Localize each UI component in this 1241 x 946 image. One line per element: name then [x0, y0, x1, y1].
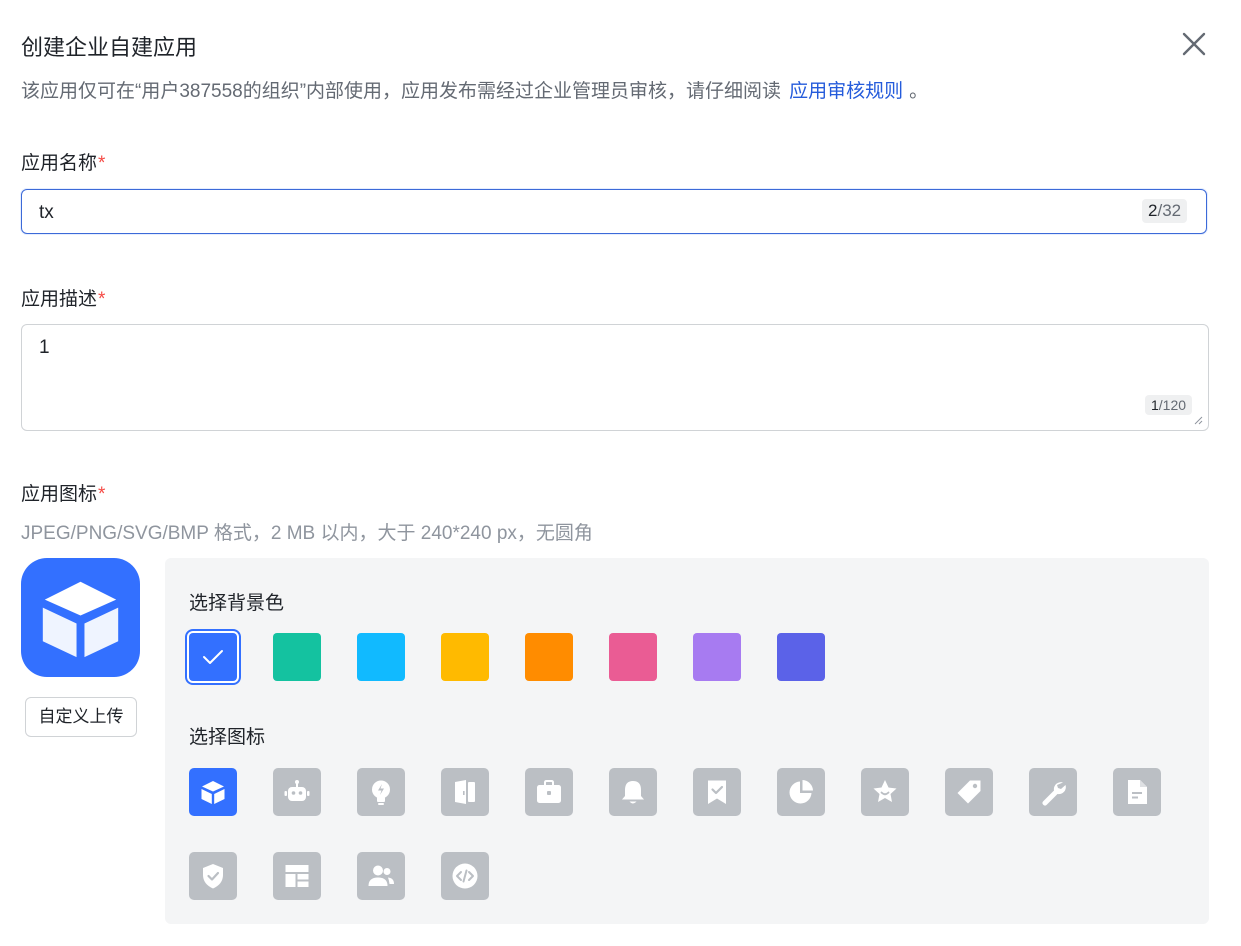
color-swatch[interactable] [189, 633, 237, 681]
briefcase-icon [537, 780, 561, 803]
icon-option[interactable] [945, 768, 993, 816]
icon-option[interactable] [357, 852, 405, 900]
notice-text: 该应用仅可在“用户387558的组织”内部使用，应用发布需经过企业管理员审核，请… [21, 76, 928, 103]
icon-option[interactable] [1113, 768, 1161, 816]
cube-icon [201, 781, 225, 804]
resize-handle-icon[interactable] [1193, 415, 1203, 425]
app-name-char-counter: 2/32 [1142, 199, 1188, 223]
bg-color-title: 选择背景色 [189, 593, 285, 614]
color-swatch[interactable] [609, 633, 657, 681]
color-swatch[interactable] [357, 633, 405, 681]
app-icon-label: 应用图标* [21, 484, 106, 505]
shield-check-icon [203, 864, 223, 889]
icon-option[interactable] [189, 768, 237, 816]
icon-option[interactable] [273, 768, 321, 816]
color-swatch[interactable] [273, 633, 321, 681]
bell-icon [622, 781, 644, 804]
layout-icon [285, 865, 309, 887]
bookmark-check-icon [708, 780, 726, 804]
star-icon [873, 780, 897, 802]
app-name-input[interactable]: tx 2/32 [21, 189, 1207, 234]
book-icon [455, 780, 475, 804]
icon-option[interactable] [525, 768, 573, 816]
app-icon-preview [21, 558, 140, 677]
tag-icon [957, 780, 981, 804]
icon-option[interactable] [693, 768, 741, 816]
required-mark: * [98, 153, 106, 174]
code-icon [452, 863, 478, 889]
notice-end: 。 [909, 81, 929, 102]
icon-select-title: 选择图标 [189, 727, 266, 748]
lightbulb-icon [372, 780, 390, 805]
wrench-icon [1042, 782, 1066, 806]
required-mark: * [98, 289, 106, 310]
close-icon[interactable] [1180, 30, 1208, 58]
icon-option[interactable] [861, 768, 909, 816]
dialog-title: 创建企业自建应用 [21, 35, 198, 60]
color-swatch[interactable] [693, 633, 741, 681]
icon-picker-panel: 选择背景色 选择图标 [165, 558, 1209, 924]
notice-body: 该应用仅可在“用户387558的组织”内部使用，应用发布需经过企业管理员审核，请… [21, 81, 782, 102]
custom-upload-button[interactable]: 自定义上传 [25, 697, 137, 737]
users-icon [368, 865, 394, 886]
icon-option[interactable] [357, 768, 405, 816]
icon-option[interactable] [441, 768, 489, 816]
app-description-label: 应用描述* [21, 289, 106, 310]
color-swatch[interactable] [441, 633, 489, 681]
app-description-textarea[interactable]: 1 1/120 [21, 324, 1209, 431]
icon-option[interactable] [777, 768, 825, 816]
icon-option[interactable] [609, 768, 657, 816]
color-swatch[interactable] [777, 633, 825, 681]
robot-icon [284, 780, 310, 801]
document-icon [1128, 780, 1147, 804]
color-swatch[interactable] [525, 633, 573, 681]
check-icon [203, 650, 223, 664]
icon-option[interactable] [441, 852, 489, 900]
required-mark: * [98, 484, 106, 505]
app-description-char-counter: 1/120 [1145, 395, 1193, 415]
icon-option[interactable] [1029, 768, 1077, 816]
cube-icon [42, 581, 119, 658]
icon-option[interactable] [189, 852, 237, 900]
app-name-value[interactable]: tx [39, 202, 54, 224]
app-description-value[interactable]: 1 [39, 337, 50, 359]
pie-chart-icon [789, 780, 813, 804]
app-icon-hint: JPEG/PNG/SVG/BMP 格式，2 MB 以内，大于 240*240 p… [21, 523, 593, 544]
review-rules-link[interactable]: 应用审核规则 [789, 81, 903, 102]
icon-option[interactable] [273, 852, 321, 900]
app-name-label: 应用名称* [21, 153, 106, 174]
